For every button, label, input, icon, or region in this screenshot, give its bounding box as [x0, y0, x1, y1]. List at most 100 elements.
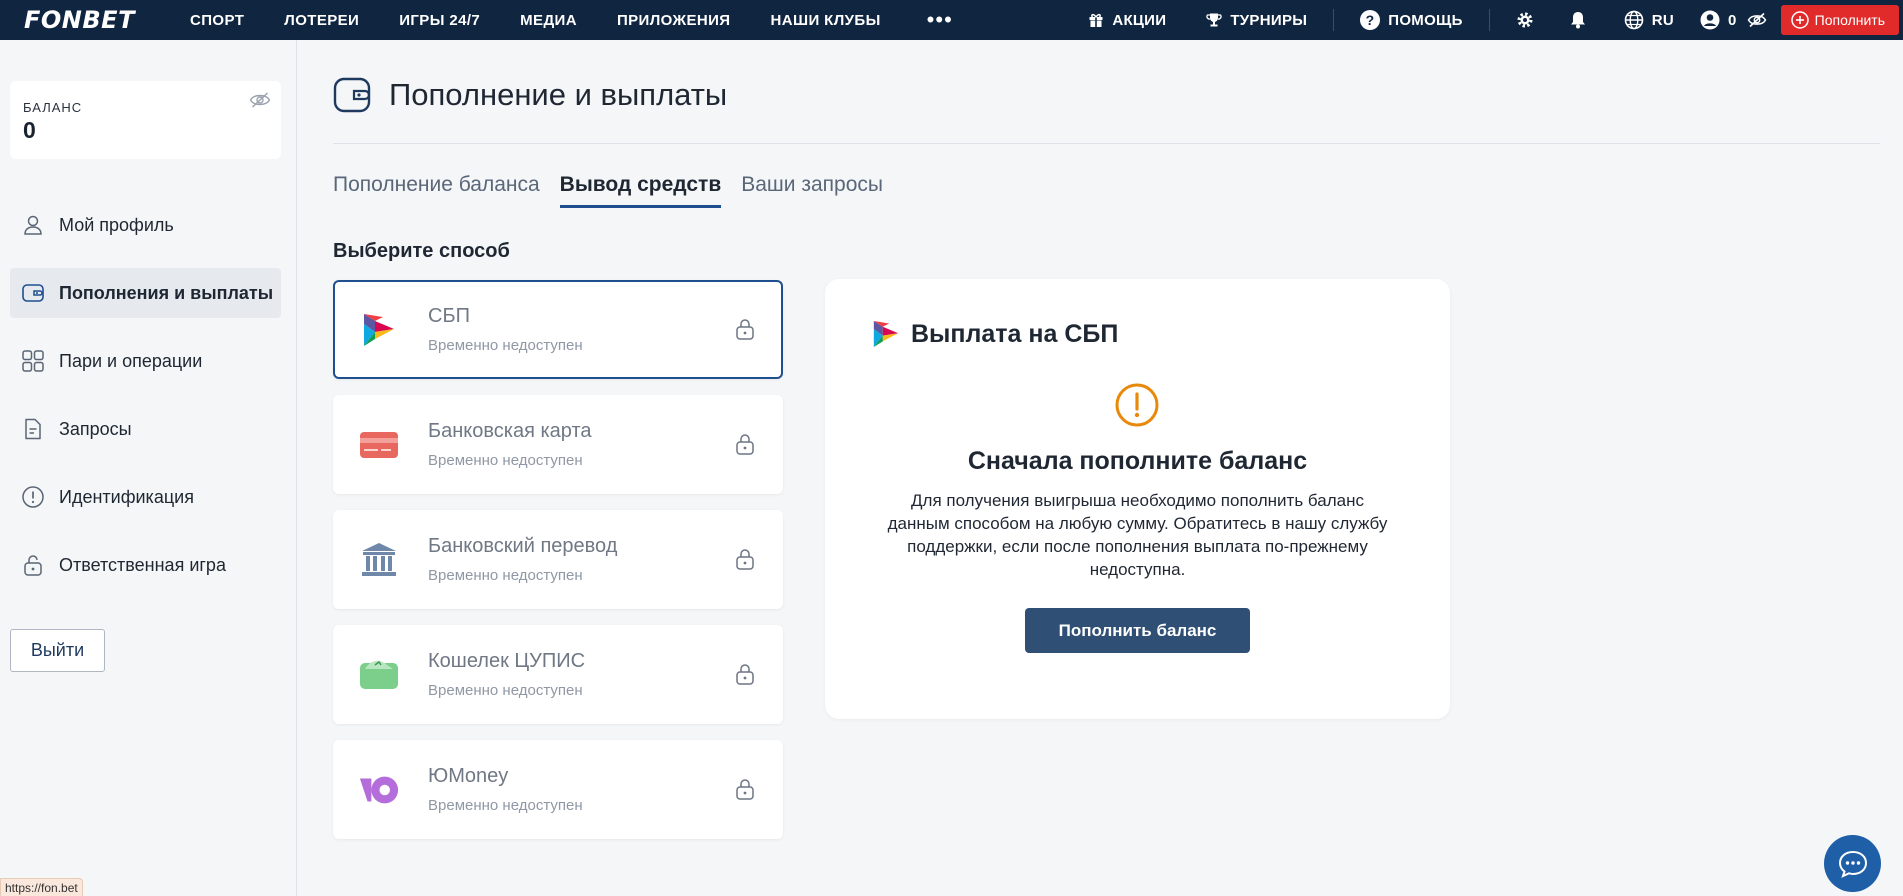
wallet-icon — [333, 77, 371, 113]
method-yoomoney[interactable]: ЮMoney Временно недоступен — [333, 740, 783, 839]
user-icon — [24, 215, 42, 235]
separator — [1488, 9, 1490, 31]
grid-icon — [22, 350, 44, 372]
gift-icon — [1089, 13, 1103, 27]
yoomoney-icon — [358, 771, 400, 809]
balance-label: БАЛАНС — [23, 100, 83, 115]
method-name: Кошелек ЦУПИС — [428, 650, 586, 672]
sidebar: БАЛАНС 0 Мой профиль Пополнения и выплат… — [0, 40, 297, 896]
document-icon — [25, 418, 41, 440]
nav-item-lotteries[interactable]: ЛОТЕРЕИ — [284, 12, 359, 29]
sidebar-item-payments[interactable]: Пополнения и выплаты — [10, 268, 281, 318]
eye-off-icon — [249, 92, 271, 108]
trophy-icon — [1206, 13, 1222, 27]
nav-item-clubs[interactable]: НАШИ КЛУБЫ — [771, 12, 881, 29]
sidebar-item-profile[interactable]: Мой профиль — [10, 200, 281, 250]
warning-title: Сначала пополните баланс — [967, 447, 1308, 475]
account-count: 0 — [1728, 11, 1737, 29]
sidebar-item-responsible-gaming[interactable]: Ответственная игра — [10, 540, 281, 590]
balance-visibility-toggle[interactable] — [249, 91, 271, 114]
language-label: RU — [1651, 11, 1674, 29]
chat-bubble-icon — [1838, 850, 1867, 878]
top-right-controls: АКЦИИ ТУРНИРЫ ? ПОМОЩЬ RU 0 Пополнить — [1088, 0, 1903, 40]
method-status: Временно недоступен — [428, 682, 583, 699]
profile-menu: Мой профиль Пополнения и выплаты Пари и … — [10, 200, 281, 608]
tournaments-link[interactable]: ТУРНИРЫ — [1206, 12, 1307, 29]
plus-circle-icon — [1790, 11, 1809, 29]
wallet-icon — [22, 284, 44, 302]
help-link[interactable]: ? ПОМОЩЬ — [1360, 10, 1462, 30]
tabs: Пополнение баланса Вывод средств Ваши за… — [333, 173, 903, 208]
tab-withdraw[interactable]: Вывод средств — [559, 173, 722, 208]
nav-item-games[interactable]: ИГРЫ 24/7 — [399, 12, 480, 29]
lock-icon — [736, 319, 754, 340]
fonbet-logo[interactable]: FONBET — [24, 6, 164, 34]
notifications-button[interactable] — [1570, 11, 1586, 29]
deposit-button-label: Пополнить — [1814, 12, 1885, 28]
promos-link[interactable]: АКЦИИ — [1088, 12, 1166, 29]
nav-item-apps[interactable]: ПРИЛОЖЕНИЯ — [617, 12, 731, 29]
panel-title: Выплата на СБП — [911, 319, 1119, 348]
warning-icon — [1115, 383, 1159, 427]
eye-off-icon — [1747, 12, 1767, 28]
deposit-button[interactable]: Пополнить — [1780, 5, 1899, 35]
page-title: Пополнение и выплаты — [389, 77, 728, 112]
logout-button[interactable]: Выйти — [10, 629, 105, 672]
promos-label: АКЦИИ — [1112, 11, 1167, 29]
sidebar-item-label: Пари и операции — [59, 350, 203, 371]
nav-item-sport[interactable]: СПОРТ — [190, 12, 244, 29]
method-name: ЮMoney — [428, 765, 509, 787]
method-status: Временно недоступен — [428, 567, 583, 584]
main-nav: СПОРТ ЛОТЕРЕИ ИГРЫ 24/7 МЕДИА ПРИЛОЖЕНИЯ… — [190, 9, 953, 31]
more-menu-button[interactable]: ••• — [927, 9, 953, 31]
tab-requests[interactable]: Ваши запросы — [741, 173, 883, 208]
section-label: Выберите способ — [333, 240, 510, 262]
settings-button[interactable] — [1516, 11, 1534, 29]
help-circle-icon: ? — [1360, 10, 1381, 30]
method-name: Банковский перевод — [428, 535, 618, 557]
sbp-icon — [358, 311, 400, 349]
info-circle-icon — [22, 486, 44, 508]
status-bar-url: https://fon.bet — [0, 878, 83, 896]
globe-icon — [1624, 10, 1644, 30]
payout-panel: Выплата на СБП Сначала пополните баланс … — [825, 279, 1450, 719]
sidebar-item-label: Ответственная игра — [59, 554, 226, 575]
account-button[interactable]: 0 — [1700, 10, 1737, 30]
page-header: Пополнение и выплаты — [333, 77, 727, 113]
sidebar-item-label: Запросы — [59, 418, 132, 439]
bank-card-icon — [358, 426, 400, 464]
support-chat-button[interactable] — [1824, 835, 1881, 892]
sidebar-item-label: Пополнения и выплаты — [59, 282, 274, 303]
method-cupis-wallet[interactable]: Кошелек ЦУПИС Временно недоступен — [333, 625, 783, 724]
gear-icon — [1517, 12, 1533, 28]
sidebar-item-label: Мой профиль — [59, 214, 174, 235]
warning-text: Для получения выигрыша необходимо пополн… — [887, 491, 1388, 579]
lock-icon — [736, 434, 754, 455]
cupis-wallet-icon — [358, 656, 400, 694]
sidebar-item-requests[interactable]: Запросы — [10, 404, 281, 454]
method-status: Временно недоступен — [428, 337, 583, 354]
method-name: СБП — [428, 305, 470, 327]
lock-icon — [24, 555, 42, 576]
method-bank-transfer[interactable]: Банковский перевод Временно недоступен — [333, 510, 783, 609]
divider — [333, 143, 1880, 144]
sidebar-item-label: Идентификация — [59, 486, 194, 507]
bell-icon — [1570, 12, 1585, 29]
tournaments-label: ТУРНИРЫ — [1230, 11, 1308, 29]
balance-card: БАЛАНС 0 — [10, 81, 281, 159]
bank-building-icon — [358, 541, 400, 579]
nav-item-media[interactable]: МЕДИА — [520, 12, 577, 29]
balance-value: 0 — [23, 117, 36, 143]
sidebar-item-identification[interactable]: Идентификация — [10, 472, 281, 522]
hide-balance-toggle[interactable] — [1747, 12, 1767, 28]
method-sbp[interactable]: СБП Временно недоступен — [333, 280, 783, 379]
top-navigation-bar: FONBET СПОРТ ЛОТЕРЕИ ИГРЫ 24/7 МЕДИА ПРИ… — [0, 0, 1903, 40]
svg-text:?: ? — [1366, 12, 1375, 28]
method-name: Банковская карта — [428, 420, 592, 442]
sidebar-item-bets[interactable]: Пари и операции — [10, 336, 281, 386]
language-selector[interactable]: RU — [1624, 10, 1674, 30]
method-bank-card[interactable]: Банковская карта Временно недоступен — [333, 395, 783, 494]
top-up-balance-button[interactable]: Пополнить баланс — [1025, 608, 1250, 653]
panel-header: Выплата на СБП — [873, 319, 1118, 349]
tab-deposit[interactable]: Пополнение баланса — [333, 173, 540, 208]
